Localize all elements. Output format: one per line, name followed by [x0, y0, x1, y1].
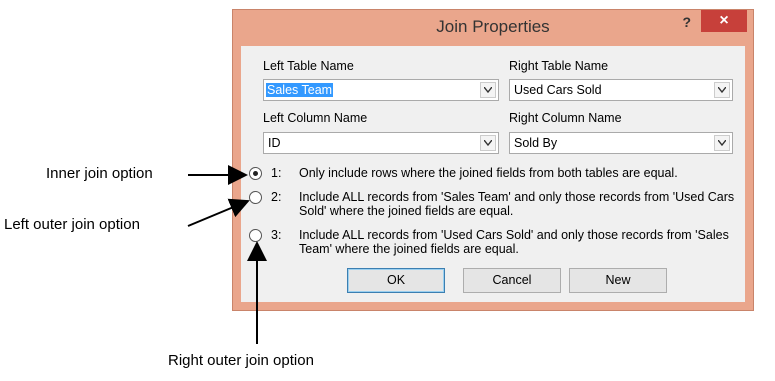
callout-arrows [187, 165, 267, 344]
right-outer-join-annotation: Right outer join option [168, 352, 314, 369]
left-outer-join-arrow [187, 198, 250, 227]
left-outer-join-annotation: Left outer join option [4, 216, 140, 233]
inner-join-annotation: Inner join option [46, 165, 153, 182]
